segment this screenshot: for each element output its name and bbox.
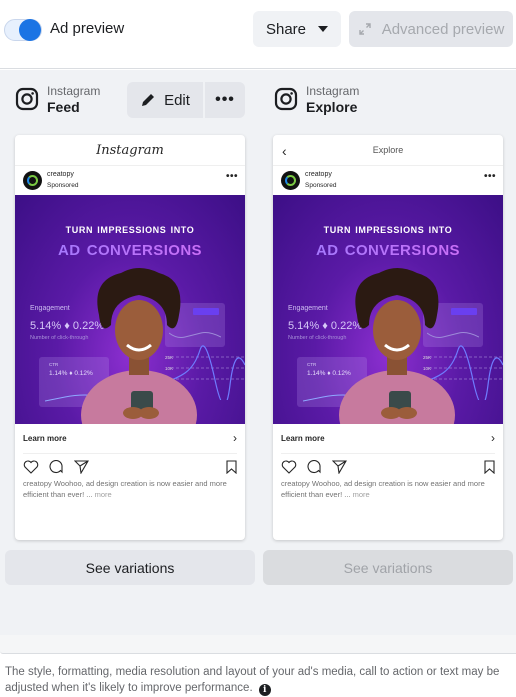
creative-engagement-sub: Number of click-through: [288, 335, 347, 341]
avatar[interactable]: [23, 171, 42, 190]
creative-engagement-sub: Number of click-through: [30, 335, 89, 341]
card-header-title: Instagram: [96, 142, 164, 158]
caption-text: Woohoo, ad design creation is now easier…: [281, 479, 485, 499]
share-label: Share: [265, 20, 307, 38]
back-chevron-icon[interactable]: ‹: [282, 143, 287, 159]
instagram-icon: [274, 87, 298, 111]
placement-name: Feed: [47, 99, 80, 115]
avatar[interactable]: [281, 171, 300, 190]
post-caption: creatopy Woohoo, ad design creation is n…: [23, 478, 237, 500]
edit-button[interactable]: Edit: [127, 82, 203, 118]
person-with-phone-photo: [339, 268, 455, 424]
see-variations-label: See variations: [343, 559, 433, 576]
share-direct-icon[interactable]: [332, 460, 347, 474]
ad-creative-image[interactable]: Turn impressions into Ad conversions Eng…: [273, 195, 503, 424]
panel-footer: [0, 635, 516, 654]
toggle-knob: [19, 19, 41, 41]
caption-account[interactable]: creatopy: [281, 479, 310, 488]
account-name[interactable]: creatopy: [47, 171, 74, 178]
caption-more-link[interactable]: more: [95, 490, 112, 499]
card-header: ‹ Explore: [273, 135, 503, 166]
sponsored-label: Sponsored: [305, 182, 337, 189]
person-with-phone-photo: [81, 268, 197, 424]
share-button[interactable]: Share: [253, 11, 341, 47]
post-header: creatopy Sponsored •••: [15, 166, 245, 195]
edit-label: Edit: [164, 91, 190, 109]
share-direct-icon[interactable]: [74, 460, 89, 474]
bookmark-icon[interactable]: [484, 460, 495, 474]
cta-learn-more[interactable]: Learn more ›: [23, 424, 237, 454]
creative-headline-1: Turn impressions into: [65, 221, 195, 236]
creative-headline-2: Ad conversions: [273, 237, 503, 261]
chevron-right-icon: ›: [233, 431, 237, 445]
creative-ctr-label: CTR: [49, 362, 59, 367]
ad-creative-image[interactable]: Turn impressions into Ad conversions Eng…: [15, 195, 245, 424]
comment-icon[interactable]: [49, 460, 64, 474]
creative-ctr-label: CTR: [307, 362, 317, 367]
chevron-right-icon: ›: [491, 431, 495, 445]
post-caption: creatopy Woohoo, ad design creation is n…: [281, 478, 495, 500]
creative-headline-1: Turn impressions into: [323, 221, 453, 236]
caption-account[interactable]: creatopy: [23, 479, 52, 488]
advanced-preview-label: Advanced preview: [381, 20, 505, 38]
placement-platform: Instagram: [47, 84, 101, 98]
card-header: Instagram: [15, 135, 245, 166]
cta-label: Learn more: [23, 434, 67, 443]
cta-learn-more[interactable]: Learn more ›: [281, 424, 495, 454]
disclaimer-text: The style, formatting, media resolution …: [5, 666, 500, 694]
placement-name: Explore: [306, 99, 358, 115]
creative-engagement-label: Engagement: [288, 305, 328, 312]
ad-preview-label: Ad preview: [50, 20, 125, 37]
more-icon: •••: [215, 91, 235, 108]
ad-preview-toggle[interactable]: [4, 19, 42, 41]
expand-icon: [359, 23, 371, 35]
sponsored-label: Sponsored: [47, 182, 79, 189]
placement-header-explore: Instagram Explore: [274, 84, 394, 118]
account-name[interactable]: creatopy: [305, 171, 332, 178]
pencil-icon: [142, 94, 155, 106]
post-actions: [23, 454, 237, 478]
comment-icon[interactable]: [307, 460, 322, 474]
post-more-icon[interactable]: •••: [484, 171, 496, 182]
preview-toolbar: Ad preview Share Advanced preview: [0, 0, 516, 69]
info-icon[interactable]: i: [258, 684, 271, 696]
see-variations-label: See variations: [85, 559, 175, 576]
instagram-explore-preview-card[interactable]: ‹ Explore creatopy Sponsored ••• Turn im…: [273, 135, 503, 540]
see-variations-button-feed[interactable]: See variations: [5, 550, 255, 585]
caret-down-icon: [318, 26, 329, 32]
card-header-title: Explore: [372, 145, 404, 155]
heart-icon[interactable]: [23, 460, 39, 474]
placement-header-feed: Instagram Feed: [15, 84, 125, 118]
post-header: creatopy Sponsored •••: [273, 166, 503, 195]
bookmark-icon[interactable]: [226, 460, 237, 474]
see-variations-button-explore[interactable]: See variations: [263, 550, 513, 585]
caption-more-link[interactable]: more: [353, 490, 370, 499]
instagram-feed-preview-card[interactable]: Instagram creatopy Sponsored ••• Turn im…: [15, 135, 245, 540]
instagram-icon: [15, 87, 39, 111]
creative-headline-2: Ad conversions: [15, 237, 245, 261]
heart-icon[interactable]: [281, 460, 297, 474]
placement-platform: Instagram: [306, 84, 360, 98]
performance-disclaimer: The style, formatting, media resolution …: [5, 664, 513, 696]
post-more-icon[interactable]: •••: [226, 171, 238, 182]
cta-label: Learn more: [281, 434, 325, 443]
creative-engagement-label: Engagement: [30, 305, 70, 312]
advanced-preview-button[interactable]: Advanced preview: [349, 11, 513, 47]
post-actions: [281, 454, 495, 478]
more-options-button[interactable]: •••: [205, 82, 245, 118]
caption-text: Woohoo, ad design creation is now easier…: [23, 479, 227, 499]
